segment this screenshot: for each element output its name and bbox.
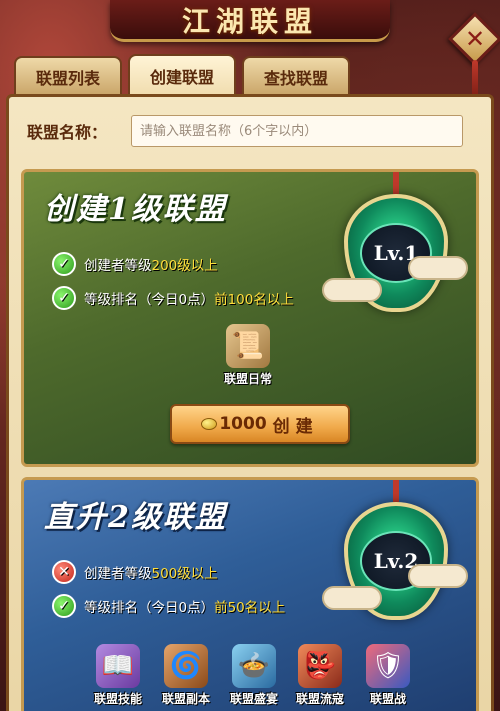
level1-badge: Lv.1 [322,172,468,326]
alliance-name-input[interactable] [131,115,463,147]
requirement-prefix: 等级排名（今日0点） [84,292,215,308]
title-banner: 江湖联盟 [110,0,390,42]
feature-alliance-skill: 📖 联盟技能 [94,644,142,707]
scroll-sword-icon: 📜 [226,324,270,368]
requirement-item: ✓ 等级排名（今日0点） 前50名以上 [52,592,285,620]
badge-cord [393,480,399,502]
dungeon-icon: 🌀 [164,644,208,688]
tab-search-alliance[interactable]: 查找联盟 [242,56,350,96]
cross-icon: ✕ [52,560,76,584]
create-cost: 1000 [219,414,267,434]
alliance-name-label: 联盟名称： [27,123,108,142]
card2-title: 直升2级联盟 [44,500,227,535]
tab-bar: 联盟列表 创建联盟 查找联盟 [14,54,350,96]
check-icon: ✓ [52,594,76,618]
card2-requirements: ✕ 创建者等级 500级以上 ✓ 等级排名（今日0点） 前50名以上 [52,558,285,626]
requirement-prefix: 创建者等级 [84,566,152,582]
feature-label: 联盟技能 [94,692,143,706]
cloud-decoration [408,256,468,280]
requirement-highlight: 200级以上 [151,258,218,274]
cloud-decoration [408,564,468,588]
feature-label: 联盟副本 [162,692,211,706]
page-title: 江湖联盟 [181,4,318,38]
level2-badge: Lv.2 [322,480,468,634]
requirement-highlight: 前50名以上 [214,600,286,616]
requirement-prefix: 等级排名（今日0点） [84,600,215,616]
close-icon: ✕ [464,24,486,53]
feature-alliance-war: 🛡 联盟战 [366,644,410,707]
create-level1-card: 创建1级联盟 ✓ 创建者等级 200级以上 ✓ 等级排名（今日0点） 前100名… [21,169,479,467]
badge-cord [393,172,399,194]
feature-label: 联盟盛宴 [230,692,279,706]
feature-label: 联盟战 [369,692,406,706]
main-panel: 联盟名称： 创建1级联盟 ✓ 创建者等级 200级以上 ✓ 等级排名（今日0点）… [6,94,494,711]
skill-scroll-icon: 📖 [96,644,140,688]
tab-alliance-list[interactable]: 联盟列表 [14,56,122,96]
feature-label: 联盟流寇 [296,692,345,706]
bandit-icon: 👺 [298,644,342,688]
requirement-item: ✓ 等级排名（今日0点） 前100名以上 [52,284,294,312]
gold-coin-icon [201,418,218,430]
feature-alliance-bandit: 👺 联盟流寇 [296,644,344,707]
card1-requirements: ✓ 创建者等级 200级以上 ✓ 等级排名（今日0点） 前100名以上 [52,250,294,318]
feature-alliance-dungeon: 🌀 联盟副本 [162,644,210,707]
cloud-decoration [322,586,382,610]
requirement-item: ✓ 创建者等级 200级以上 [52,250,294,278]
create-button[interactable]: 1000 创建 [170,404,350,444]
requirement-item: ✕ 创建者等级 500级以上 [52,558,285,586]
requirement-highlight: 前100名以上 [214,292,294,308]
requirement-prefix: 创建者等级 [84,258,152,274]
check-icon: ✓ [52,286,76,310]
requirement-highlight: 500级以上 [151,566,218,582]
feature-label: 联盟日常 [224,372,273,386]
tab-create-alliance[interactable]: 创建联盟 [128,54,236,96]
alliance-name-row: 联盟名称： [27,115,463,147]
feature-alliance-feast: 🍲 联盟盛宴 [230,644,278,707]
war-shield-icon: 🛡 [366,644,410,688]
cloud-decoration [322,278,382,302]
check-icon: ✓ [52,252,76,276]
card1-title: 创建1级联盟 [44,192,227,227]
feature-alliance-daily: 📜 联盟日常 [224,324,272,387]
create-level2-card: 直升2级联盟 ✕ 创建者等级 500级以上 ✓ 等级排名（今日0点） 前50名以… [21,477,479,711]
create-button-label: 创建 [272,416,319,437]
feast-bowl-icon: 🍲 [232,644,276,688]
